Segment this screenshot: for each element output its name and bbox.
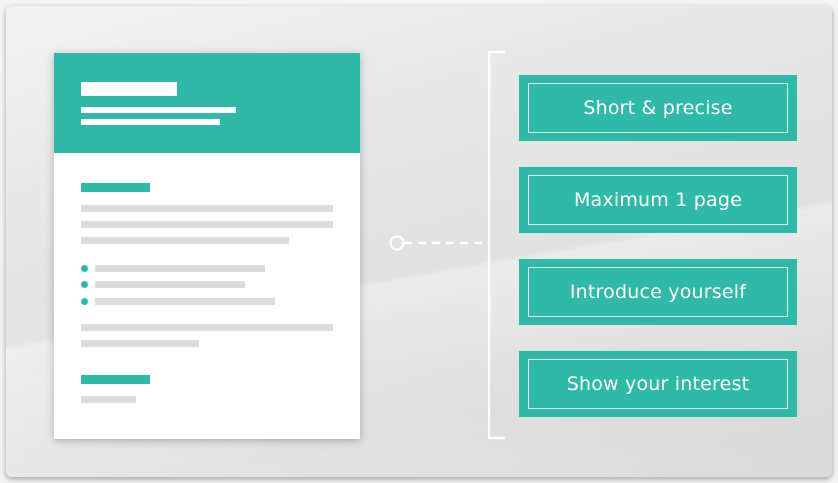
bracket-line-icon: [487, 50, 505, 440]
tag-label: Short & precise: [528, 83, 788, 133]
circle-dashed-line-connector-icon: [389, 235, 488, 251]
tag-maximum-page: Maximum 1 page: [519, 167, 797, 233]
tag-short-precise: Short & precise: [519, 75, 797, 141]
tag-label: Maximum 1 page: [528, 175, 788, 225]
tag-label: Show your interest: [528, 359, 788, 409]
image-frame: Short & precise Maximum 1 page Introduce…: [0, 0, 838, 483]
tag-introduce-yourself: Introduce yourself: [519, 259, 797, 325]
tag-label: Introduce yourself: [528, 267, 788, 317]
tag-show-interest: Show your interest: [519, 351, 797, 417]
